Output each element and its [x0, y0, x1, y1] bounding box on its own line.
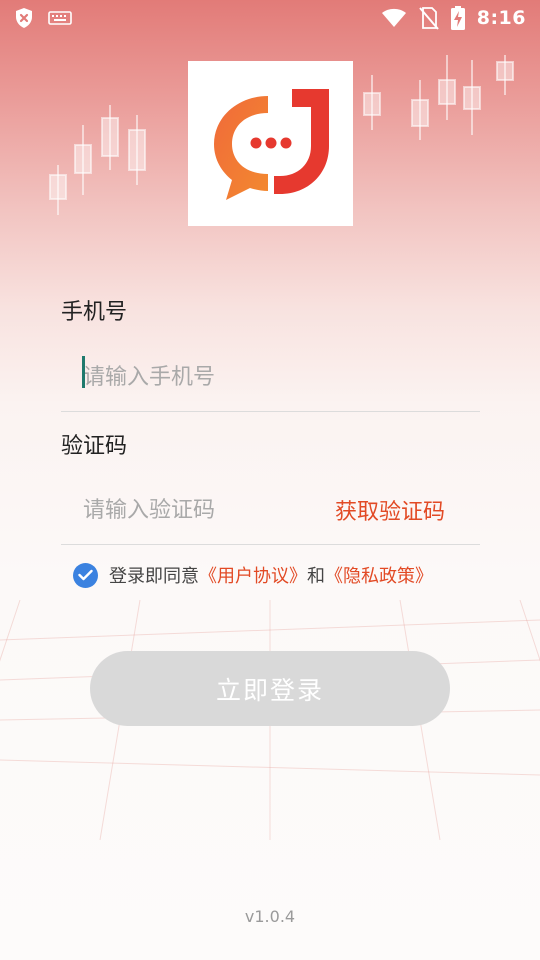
privacy-policy-link[interactable]: 《隐私政策》: [325, 562, 433, 588]
code-label: 验证码: [61, 434, 128, 459]
status-bar: 8:16: [0, 0, 540, 36]
shield-x-icon: [14, 7, 34, 29]
phone-label: 手机号: [61, 300, 128, 325]
user-agreement-link[interactable]: 《用户协议》: [199, 562, 307, 588]
code-input-row: 获取验证码: [61, 476, 480, 545]
version-label: v1.0.4: [244, 907, 296, 926]
get-code-button[interactable]: 获取验证码: [335, 494, 445, 526]
text-caret: [82, 356, 85, 388]
keyboard-icon: [48, 10, 72, 26]
clock: 8:16: [476, 7, 526, 29]
login-button[interactable]: 立即登录: [90, 651, 450, 726]
agreement-row: 登录即同意 《用户协议》 和 《隐私政策》: [73, 562, 433, 588]
phone-input[interactable]: [61, 357, 321, 397]
verification-code-input[interactable]: [61, 490, 321, 530]
agreement-prefix: 登录即同意: [109, 566, 199, 587]
battery-charging-icon: [450, 6, 465, 30]
no-sim-icon: [418, 6, 439, 30]
chat-bubble-logo-icon: [214, 88, 329, 200]
checkmark-icon: [78, 569, 93, 581]
phone-input-row: [61, 343, 480, 412]
agreement-and: 和: [307, 566, 325, 587]
wifi-icon: [381, 8, 407, 28]
agreement-checkbox[interactable]: [73, 562, 98, 588]
app-logo: [188, 61, 353, 226]
